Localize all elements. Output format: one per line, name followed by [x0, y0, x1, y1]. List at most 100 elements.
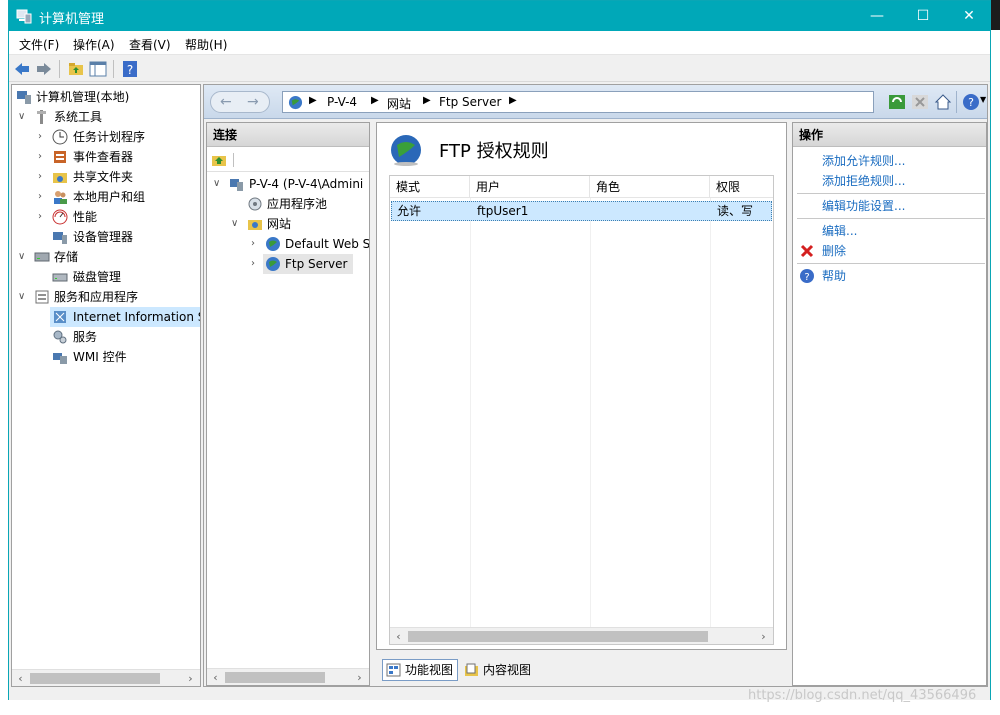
home-icon[interactable]: [934, 93, 952, 111]
toolbar-separator: [233, 153, 234, 167]
connections-horizontal-scrollbar[interactable]: ‹ ›: [207, 668, 369, 685]
conn-ftp-site[interactable]: › Ftp Server: [213, 254, 369, 274]
expand-icon[interactable]: ›: [251, 234, 263, 254]
help-icon[interactable]: ?: [962, 93, 980, 111]
action-edit-feature-settings[interactable]: 编辑功能设置...: [822, 197, 905, 215]
maximize-button[interactable]: ☐: [900, 1, 946, 31]
tree-item-system-tools[interactable]: ∨ 系统工具: [14, 107, 200, 127]
up-folder-icon[interactable]: [67, 60, 85, 78]
tree-label: Ftp Server: [285, 257, 348, 271]
breadcrumb-ftp-server[interactable]: Ftp Server: [439, 95, 501, 109]
help-book-icon[interactable]: ?: [121, 60, 139, 78]
tree-item-device-manager[interactable]: 设备管理器: [14, 227, 200, 247]
menu-bar: 文件(F) 操作(A) 查看(V) 帮助(H): [9, 31, 990, 55]
help-icon[interactable]: ?: [799, 268, 815, 284]
action-add-allow-rule[interactable]: 添加允许规则...: [822, 152, 905, 170]
connect-icon[interactable]: [211, 152, 227, 168]
collapse-icon[interactable]: ∨: [18, 107, 30, 127]
table-row[interactable]: 允许 ftpUser1 读、写: [391, 201, 772, 221]
action-help[interactable]: 帮助: [822, 267, 846, 285]
nav-forward-icon[interactable]: →: [247, 94, 259, 110]
collapse-icon[interactable]: ∨: [231, 214, 243, 234]
close-button[interactable]: ✕: [946, 1, 992, 31]
connections-header: 连接: [207, 123, 369, 147]
show-hide-tree-icon[interactable]: [89, 60, 107, 78]
column-divider: [470, 198, 471, 628]
expand-icon[interactable]: ›: [251, 254, 263, 274]
actions-separator: [797, 263, 985, 264]
action-delete[interactable]: 删除: [822, 242, 846, 260]
tab-features-label: 功能视图: [405, 663, 454, 677]
conn-app-pools[interactable]: 应用程序池: [213, 194, 369, 214]
tree-item-shared-folders[interactable]: › 共享文件夹: [14, 167, 200, 187]
tree-item-services[interactable]: 服务: [14, 327, 200, 347]
tree-item-storage[interactable]: ∨ 存储: [14, 247, 200, 267]
delete-icon[interactable]: [799, 243, 815, 259]
scroll-left-icon[interactable]: ‹: [390, 628, 407, 645]
scroll-right-icon[interactable]: ›: [755, 628, 772, 645]
collapse-icon[interactable]: ∨: [18, 287, 30, 307]
tree-item-disk-management[interactable]: 磁盘管理: [14, 267, 200, 287]
tree-item-performance[interactable]: › 性能: [14, 207, 200, 227]
tree-item-services-apps[interactable]: ∨ 服务和应用程序: [14, 287, 200, 307]
column-role[interactable]: 角色: [590, 176, 710, 198]
tab-content-view[interactable]: 内容视图: [460, 659, 536, 681]
menu-action[interactable]: 操作(A): [73, 36, 115, 53]
scroll-right-icon[interactable]: ›: [351, 669, 368, 685]
tree-item-iis[interactable]: Internet Information S: [50, 307, 200, 327]
address-path[interactable]: ▶ P-V-4 ▶ 网站 ▶ Ftp Server ▶: [282, 91, 874, 113]
tree-item-wmi[interactable]: WMI 控件: [14, 347, 200, 367]
tree-item-task-scheduler[interactable]: › 任务计划程序: [14, 127, 200, 147]
users-icon: [54, 191, 67, 204]
column-user[interactable]: 用户: [470, 176, 590, 198]
refresh-icon[interactable]: [888, 93, 906, 111]
computer-management-icon: [16, 9, 32, 24]
actions-header: 操作: [793, 123, 986, 147]
forward-arrow-icon[interactable]: [35, 60, 53, 78]
expand-icon[interactable]: ›: [38, 187, 50, 207]
action-edit[interactable]: 编辑...: [822, 222, 857, 240]
menu-file[interactable]: 文件(F): [19, 36, 59, 53]
grid-header: 模式 用户 角色 权限: [390, 176, 773, 198]
stop-icon[interactable]: [911, 93, 929, 111]
scroll-left-icon[interactable]: ‹: [207, 669, 224, 685]
expand-icon[interactable]: ›: [38, 147, 50, 167]
scroll-right-icon[interactable]: ›: [182, 670, 199, 686]
action-add-deny-rule[interactable]: 添加拒绝规则...: [822, 172, 905, 190]
column-permission[interactable]: 权限: [710, 176, 773, 198]
tree-horizontal-scrollbar[interactable]: ‹ ›: [12, 669, 200, 686]
svg-text:?: ?: [127, 63, 133, 77]
tree-item-local-users[interactable]: › 本地用户和组: [14, 187, 200, 207]
help-dropdown-icon[interactable]: ▼: [980, 95, 986, 104]
tab-features-view[interactable]: 功能视图: [382, 659, 459, 681]
expand-icon[interactable]: ›: [38, 127, 50, 147]
conn-sites[interactable]: ∨ 网站: [213, 214, 369, 234]
collapse-icon[interactable]: ∨: [18, 247, 30, 267]
tree-label: 设备管理器: [73, 230, 134, 244]
tree-label: 本地用户和组: [73, 190, 146, 204]
tree-label: 事件查看器: [73, 150, 134, 164]
nav-back-icon[interactable]: ←: [220, 94, 232, 110]
menu-help[interactable]: 帮助(H): [185, 36, 227, 53]
back-arrow-icon[interactable]: [13, 60, 31, 78]
column-mode[interactable]: 模式: [390, 176, 470, 198]
minimize-button[interactable]: —: [854, 1, 900, 31]
breadcrumb-server[interactable]: P-V-4: [327, 95, 357, 109]
conn-default-site[interactable]: › Default Web S: [213, 234, 369, 254]
globe-icon: [288, 95, 303, 110]
expand-icon[interactable]: ›: [38, 207, 50, 227]
menu-view[interactable]: 查看(V): [129, 36, 171, 53]
conn-server[interactable]: ∨ P-V-4 (P-V-4\Admini: [213, 174, 369, 194]
scrollbar-thumb[interactable]: [225, 672, 325, 683]
expand-icon[interactable]: ›: [38, 167, 50, 187]
scroll-left-icon[interactable]: ‹: [12, 670, 29, 686]
scrollbar-thumb[interactable]: [408, 631, 708, 642]
scrollbar-thumb[interactable]: [30, 673, 160, 684]
grid-horizontal-scrollbar[interactable]: ‹ ›: [390, 627, 773, 644]
app-pool-icon: [248, 197, 262, 211]
tree-item-event-viewer[interactable]: › 事件查看器: [14, 147, 200, 167]
tree-item-root[interactable]: 计算机管理(本地): [14, 87, 200, 107]
collapse-icon[interactable]: ∨: [213, 174, 225, 194]
breadcrumb-sites[interactable]: 网站: [387, 95, 411, 112]
tree-label: 服务和应用程序: [54, 290, 139, 304]
